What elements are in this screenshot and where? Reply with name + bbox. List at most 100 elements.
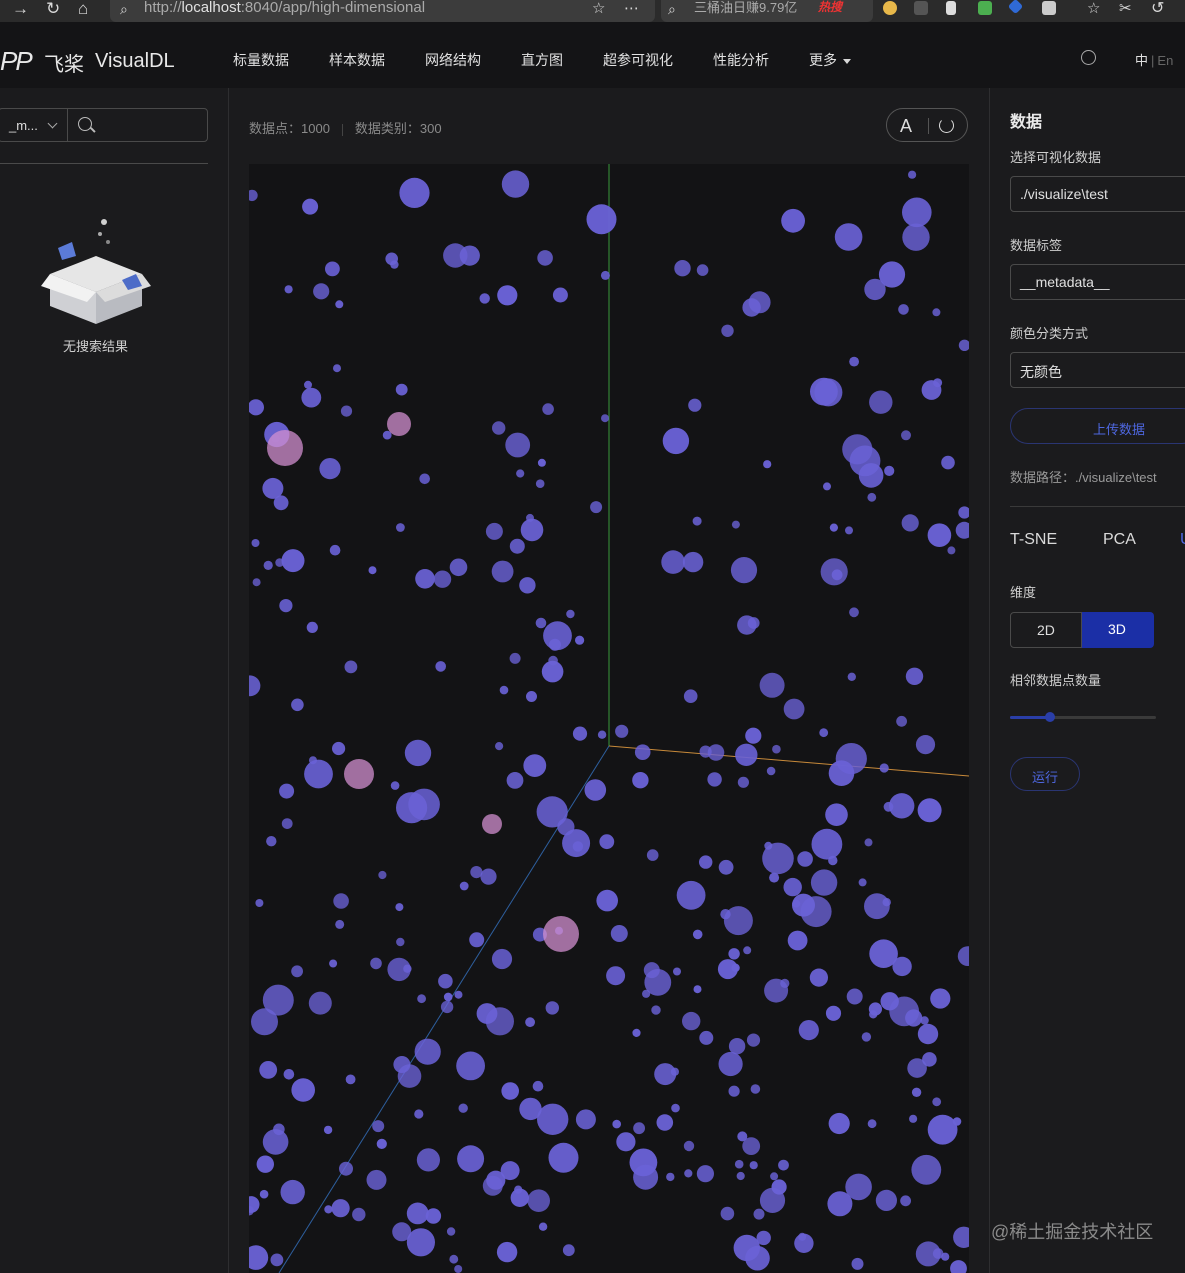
data-point[interactable] [750, 1084, 761, 1094]
reset-view-icon[interactable] [939, 118, 954, 133]
data-point[interactable] [532, 1080, 544, 1092]
data-point[interactable] [262, 984, 294, 1016]
data-point[interactable] [671, 1103, 680, 1113]
data-point[interactable] [651, 1005, 661, 1015]
data-point[interactable] [325, 261, 340, 277]
data-point[interactable] [395, 383, 408, 396]
data-point[interactable] [387, 412, 411, 436]
undo-icon[interactable]: ↺ [1151, 0, 1164, 18]
scatter-3d-canvas[interactable] [249, 164, 969, 1273]
data-point[interactable] [414, 1109, 424, 1119]
data-point[interactable] [867, 1119, 877, 1129]
data-point[interactable] [746, 1033, 761, 1047]
data-point[interactable] [552, 287, 568, 303]
data-point[interactable] [545, 1001, 559, 1015]
data-point[interactable] [454, 1265, 463, 1273]
data-point[interactable] [932, 1097, 942, 1107]
data-point[interactable] [470, 866, 483, 879]
data-point[interactable] [921, 380, 942, 400]
data-point[interactable] [340, 405, 353, 417]
data-point[interactable] [499, 685, 509, 695]
label-select[interactable]: _m... [0, 108, 68, 142]
data-point[interactable] [291, 1078, 315, 1102]
data-point[interactable] [279, 783, 295, 799]
data-point[interactable] [955, 521, 969, 539]
data-point[interactable] [291, 965, 303, 978]
data-point[interactable] [683, 689, 698, 703]
data-point[interactable] [449, 558, 468, 577]
data-point[interactable] [728, 1038, 746, 1055]
data-point[interactable] [417, 994, 426, 1004]
data-point[interactable] [911, 1154, 942, 1185]
data-point[interactable] [880, 992, 899, 1011]
data-point[interactable] [526, 691, 537, 702]
data-point[interactable] [267, 430, 303, 466]
menu-samples[interactable]: 样本数据 [329, 50, 385, 70]
data-point[interactable] [800, 896, 832, 928]
data-point[interactable] [616, 1132, 636, 1152]
data-point[interactable] [730, 557, 758, 584]
data-point[interactable] [688, 398, 702, 412]
data-point[interactable] [941, 455, 955, 470]
data-point[interactable] [902, 197, 932, 228]
data-point[interactable] [612, 1119, 621, 1129]
data-point[interactable] [510, 1188, 529, 1208]
upload-data-button[interactable]: 上传数据 [1010, 408, 1185, 444]
data-point[interactable] [610, 925, 628, 942]
data-point[interactable] [523, 754, 547, 777]
data-point[interactable] [575, 1109, 596, 1130]
data-point[interactable] [324, 1205, 333, 1214]
data-point[interactable] [646, 849, 659, 861]
data-point[interactable] [864, 838, 873, 847]
data-point[interactable] [798, 1232, 807, 1241]
data-point[interactable] [459, 881, 469, 891]
data-point[interactable] [456, 1051, 485, 1081]
data-point[interactable] [495, 742, 504, 751]
data-point[interactable] [745, 727, 762, 744]
data-point[interactable] [482, 814, 502, 834]
extension-icon[interactable] [883, 1, 897, 15]
search-suggestion[interactable]: 三桶油日赚9.79亿 [694, 0, 797, 16]
data-point[interactable] [440, 1000, 454, 1014]
data-point[interactable] [915, 1241, 941, 1267]
data-point[interactable] [535, 479, 545, 489]
data-point[interactable] [747, 617, 760, 629]
data-point[interactable] [917, 798, 942, 823]
data-point[interactable] [397, 1064, 422, 1088]
data-point[interactable] [896, 715, 907, 727]
data-point[interactable] [425, 1208, 442, 1224]
dimension-3d-button[interactable]: 3D [1082, 612, 1154, 648]
extension-icon[interactable] [914, 1, 928, 15]
data-point[interactable] [306, 621, 318, 633]
data-point[interactable] [280, 1179, 305, 1205]
data-point[interactable] [787, 930, 808, 951]
data-point[interactable] [780, 978, 790, 989]
data-point[interactable] [958, 506, 969, 519]
data-point[interactable] [301, 387, 322, 408]
data-point[interactable] [537, 1103, 569, 1135]
data-point[interactable] [352, 1207, 366, 1222]
data-point[interactable] [496, 1241, 518, 1263]
data-point[interactable] [902, 223, 930, 251]
data-point[interactable] [851, 1257, 864, 1270]
data-point[interactable] [323, 1125, 333, 1135]
extension-icon[interactable] [946, 1, 956, 15]
data-point[interactable] [718, 859, 734, 875]
data-point[interactable] [693, 985, 702, 994]
data-point[interactable] [509, 652, 521, 664]
data-point[interactable] [861, 1032, 872, 1042]
data-point[interactable] [869, 939, 898, 968]
data-point[interactable] [543, 916, 579, 952]
data-point[interactable] [454, 990, 463, 999]
data-point[interactable] [332, 741, 346, 756]
data-point[interactable] [883, 801, 894, 812]
data-point[interactable] [416, 1148, 440, 1172]
data-point[interactable] [828, 1112, 850, 1135]
data-point[interactable] [335, 919, 345, 929]
data-point[interactable] [952, 1117, 962, 1126]
data-point[interactable] [723, 906, 753, 936]
data-point[interactable] [845, 526, 853, 535]
data-point[interactable] [718, 1051, 743, 1077]
data-point[interactable] [875, 1189, 898, 1211]
data-point[interactable] [319, 458, 341, 480]
